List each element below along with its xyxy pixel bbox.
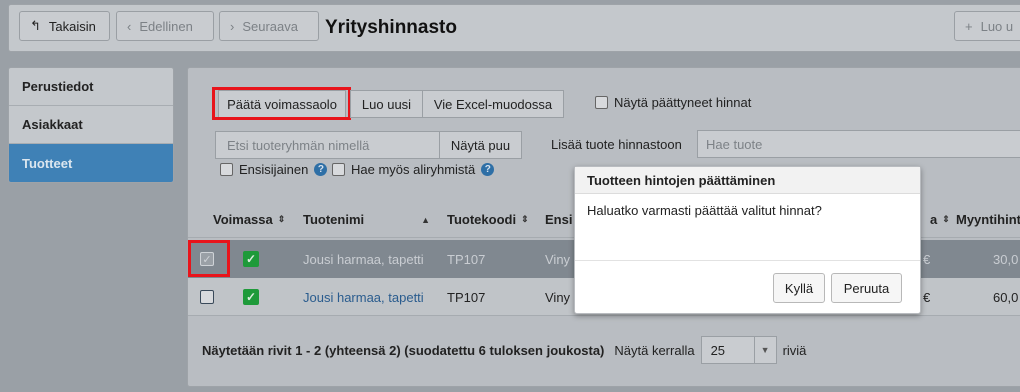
highlight-frame (212, 87, 351, 120)
next-button-label: Seuraava (242, 18, 298, 34)
chevron-right-icon: › (230, 18, 235, 34)
subgroups-filter[interactable]: Hae myös aliryhmistä ? (332, 162, 495, 177)
create-new-button[interactable]: Luo uusi (350, 90, 423, 118)
back-button[interactable]: ↰ Takaisin (19, 11, 110, 41)
active-cell: ✓ (243, 278, 259, 316)
sidebar-item-asiakkaat[interactable]: Asiakkaat (9, 106, 173, 144)
end-prices-dialog: Tuotteen hintojen päättäminen Haluatko v… (574, 166, 921, 314)
primary-checkbox[interactable] (220, 163, 233, 176)
sort-icon: ⇕ (277, 214, 286, 224)
column-active[interactable]: Voimassa ⇕ (213, 212, 285, 227)
cancel-button[interactable]: Peruuta (831, 273, 902, 303)
page-title: Yrityshinnasto (325, 17, 457, 38)
row-select-checkbox[interactable] (200, 290, 214, 304)
column-code[interactable]: Tuotekoodi ⇕ (447, 212, 529, 227)
column-ensi[interactable]: Ensi (545, 212, 572, 227)
product-name-link[interactable]: Jousi harmaa, tapetti (303, 240, 424, 278)
row-select-cell (200, 278, 214, 316)
column-active-label: Voimassa (213, 212, 273, 227)
create-new-top-label: Luo u (980, 18, 1014, 34)
rows-suffix: riviä (782, 342, 807, 358)
column-name[interactable]: Tuotenimi ▲ (303, 212, 430, 227)
column-name-label: Tuotenimi (303, 212, 365, 227)
back-arrow-icon: ↰ (30, 18, 41, 33)
back-button-label: Takaisin (48, 18, 96, 34)
dialog-message: Haluatko varmasti päättää valitut hinnat… (575, 194, 920, 261)
show-ended-prices-option[interactable]: Näytä päättyneet hinnat (595, 95, 751, 110)
product-code: TP107 (447, 251, 486, 267)
per-page-select[interactable]: 25 ▼ (700, 336, 777, 364)
subgroups-checkbox[interactable] (332, 163, 345, 176)
question-circle-icon[interactable]: ? (481, 163, 495, 176)
table-footer: Näytetään rivit 1 - 2 (yhteensä 2) (suod… (202, 336, 806, 364)
column-ensi-label: Ensi (545, 212, 573, 227)
column-sales-price[interactable]: Myyntihint (956, 212, 1020, 227)
export-excel-button[interactable]: Vie Excel-muodossa (422, 90, 564, 118)
active-cell: ✓ (243, 240, 259, 278)
sidebar-item-label: Tuotteet (22, 155, 73, 171)
product-search-input[interactable]: Hae tuote (697, 130, 1020, 158)
product-name-link[interactable]: Jousi harmaa, tapetti (303, 278, 424, 316)
sales-price-cell: 60,0 (993, 289, 1019, 305)
question-circle-icon[interactable]: ? (314, 163, 328, 176)
subgroups-label: Hae myös aliryhmistä (351, 162, 476, 177)
sort-icon: ⇕ (521, 214, 529, 224)
primary-label: Ensisijainen (239, 162, 309, 177)
highlight-frame (188, 240, 230, 277)
previous-button[interactable]: ‹ Edellinen (116, 11, 214, 41)
sidebar-item-label: Asiakkaat (22, 117, 83, 132)
add-product-label: Lisää tuote hinnastoon (551, 137, 682, 152)
sidebar-item-perustiedot[interactable]: Perustiedot (9, 68, 173, 106)
next-button[interactable]: › Seuraava (219, 11, 319, 41)
sales-price-cell: 30,0 (993, 251, 1019, 267)
price-cell: € (923, 251, 931, 267)
show-ended-label: Näytä päättyneet hinnat (614, 95, 752, 110)
column-price-label: a (930, 212, 938, 227)
product-group-search-input[interactable]: Etsi tuoteryhmän nimellä (215, 131, 440, 159)
create-new-top-button[interactable]: + Luo u (954, 11, 1020, 41)
column-code-label: Tuotekoodi (447, 212, 517, 227)
confirm-button[interactable]: Kyllä (773, 273, 825, 303)
product-ensi: Viny (545, 289, 571, 305)
per-page-label: Näytä kerralla (614, 342, 695, 358)
rows-summary: Näytetään rivit 1 - 2 (yhteensä 2) (suod… (202, 342, 605, 358)
primary-filter[interactable]: Ensisijainen ? (220, 162, 328, 177)
checkmark-icon: ✓ (243, 251, 259, 267)
show-tree-button[interactable]: Näytä puu (439, 131, 522, 159)
plus-icon: + (965, 18, 973, 34)
product-code: TP107 (447, 289, 486, 305)
per-page-value: 25 (710, 342, 726, 358)
chevron-left-icon: ‹ (127, 18, 132, 34)
column-sales-price-label: Myyntihint (956, 212, 1020, 227)
price-cell: € (923, 289, 931, 305)
sidebar-item-label: Perustiedot (22, 79, 94, 94)
top-toolbar: ↰ Takaisin ‹ Edellinen › Seuraava Yritys… (8, 4, 1020, 52)
dialog-title: Tuotteen hintojen päättäminen (575, 167, 920, 194)
sidebar: Perustiedot Asiakkaat Tuotteet (8, 67, 174, 183)
product-ensi: Viny (545, 251, 571, 267)
checkmark-icon: ✓ (243, 289, 259, 305)
sort-icon: ⇕ (942, 214, 950, 224)
chevron-down-icon[interactable]: ▼ (753, 337, 776, 363)
sort-asc-icon: ▲ (421, 214, 431, 225)
sidebar-item-tuotteet[interactable]: Tuotteet (9, 144, 173, 182)
column-price[interactable]: a ⇕ (930, 212, 950, 227)
previous-button-label: Edellinen (139, 18, 193, 34)
show-ended-checkbox[interactable] (595, 96, 608, 109)
